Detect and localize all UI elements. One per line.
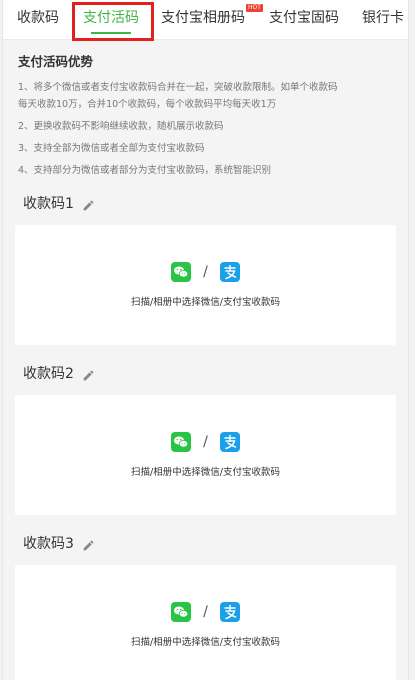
- tab-live-pay-code[interactable]: 支付活码: [83, 0, 139, 39]
- code-section-2: 收款码2 / 扫描/相册中选择微信/支付宝收款码: [15, 361, 396, 515]
- intro-point: 2、更换收款码不影响继续收款，随机展示收款码: [18, 121, 224, 132]
- intro-list: 1、将多个微信或者支付宝收款码合并在一起，突破收款限制。如单个收款码 每天收款1…: [15, 79, 396, 179]
- payment-icons: /: [171, 602, 240, 622]
- separator: /: [203, 604, 208, 620]
- section-title: 收款码3: [23, 536, 74, 552]
- tab-label: 支付宝相册码: [161, 10, 245, 26]
- upload-card[interactable]: / 扫描/相册中选择微信/支付宝收款码: [15, 225, 396, 345]
- pencil-icon[interactable]: [82, 197, 95, 210]
- tab-bank-card[interactable]: 银行卡: [362, 0, 404, 39]
- intro-point: 每天收款10万，合并10个收款码，每个收款码平均每天收1万: [18, 99, 277, 110]
- wechat-icon: [171, 602, 192, 622]
- tab-label: 收款码: [17, 10, 59, 26]
- upload-prompt: 扫描/相册中选择微信/支付宝收款码: [131, 637, 280, 648]
- main-content: 支付活码优势 1、将多个微信或者支付宝收款码合并在一起，突破收款限制。如单个收款…: [3, 40, 408, 680]
- intro-point: 4、支持部分为微信或者部分为支付宝收款码，系统智能识别: [18, 165, 272, 176]
- upload-prompt: 扫描/相册中选择微信/支付宝收款码: [131, 297, 280, 308]
- alipay-icon: [219, 262, 240, 282]
- separator: /: [203, 264, 208, 280]
- tab-label: 银行卡: [362, 10, 404, 26]
- tab-alipay-fixed-code[interactable]: 支付宝固码: [269, 0, 339, 39]
- tab-bar: 收款码 支付活码 支付宝相册码 HOT 支付宝固码 银行卡: [3, 0, 408, 40]
- upload-prompt: 扫描/相册中选择微信/支付宝收款码: [131, 467, 280, 478]
- separator: /: [203, 434, 208, 450]
- tab-label: 支付活码: [83, 10, 139, 26]
- section-header: 收款码3: [15, 531, 396, 555]
- upload-card[interactable]: / 扫描/相册中选择微信/支付宝收款码: [15, 395, 396, 515]
- tab-receive-code[interactable]: 收款码: [17, 0, 59, 39]
- section-title: 收款码2: [23, 366, 74, 382]
- upload-card[interactable]: / 扫描/相册中选择微信/支付宝收款码: [15, 565, 396, 680]
- section-header: 收款码2: [15, 361, 396, 385]
- tab-alipay-album-code[interactable]: 支付宝相册码: [161, 0, 245, 39]
- alipay-icon: [219, 602, 240, 622]
- code-section-3: 收款码3 / 扫描/相册中选择微信/支付宝收款码: [15, 531, 396, 680]
- wechat-icon: [171, 432, 192, 452]
- section-title: 收款码1: [23, 196, 74, 212]
- alipay-icon: [219, 432, 240, 452]
- payment-icons: /: [171, 262, 240, 282]
- code-section-1: 收款码1 / 扫描/相册中选择微信/支付宝收款码: [15, 191, 396, 345]
- pencil-icon[interactable]: [82, 367, 95, 380]
- active-tab-indicator: [91, 32, 131, 34]
- section-header: 收款码1: [15, 191, 396, 215]
- intro-title: 支付活码优势: [18, 54, 94, 69]
- wechat-icon: [171, 262, 192, 282]
- intro-point: 3、支持全部为微信或者全部为支付宝收款码: [18, 143, 205, 154]
- hot-badge: HOT: [246, 4, 263, 12]
- tab-label: 支付宝固码: [269, 10, 339, 26]
- payment-icons: /: [171, 432, 240, 452]
- intro-point: 1、将多个微信或者支付宝收款码合并在一起，突破收款限制。如单个收款码: [18, 82, 338, 93]
- pencil-icon[interactable]: [82, 537, 95, 550]
- app-frame: 收款码 支付活码 支付宝相册码 HOT 支付宝固码 银行卡 支付活码优势 1、将…: [2, 0, 409, 680]
